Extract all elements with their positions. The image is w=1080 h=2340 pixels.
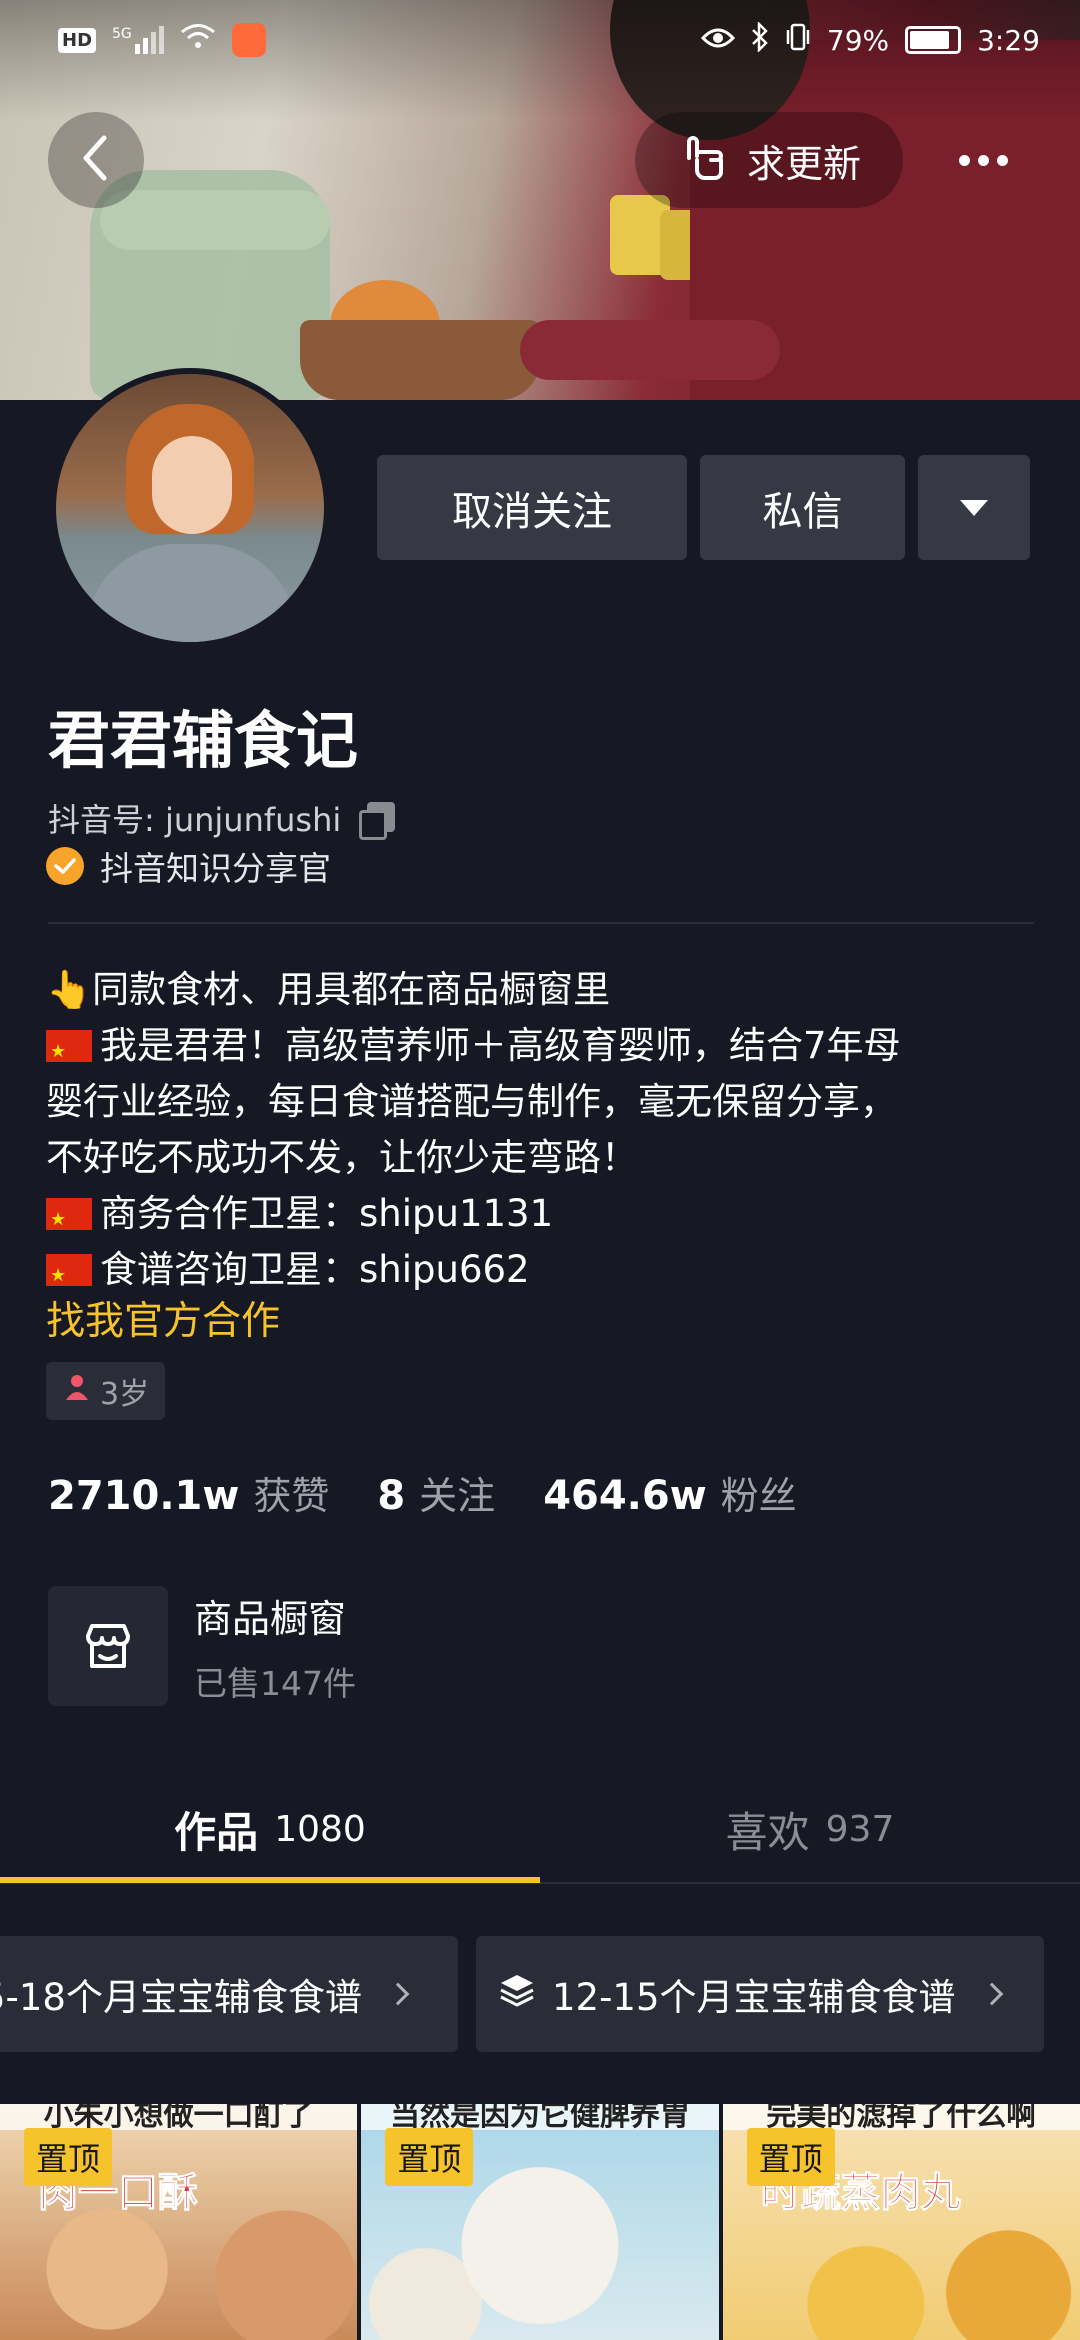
app-notification-icon (231, 23, 266, 57)
storefront-icon (48, 1586, 168, 1706)
clock: 3:29 (977, 23, 1040, 57)
recommend-dropdown-button[interactable] (918, 455, 1030, 560)
bio-line: 婴行业经验，每日食谱搭配与制作，毫无保留分享， (46, 1080, 897, 1123)
signal-icon: 5G (112, 26, 164, 54)
layers-icon (498, 1972, 536, 2017)
battery-icon (905, 26, 962, 54)
likes-stat[interactable]: 2710.1w 获赞 (48, 1465, 329, 1520)
pointing-hand-icon (677, 128, 733, 193)
cover-caption: 小朱小想做一口酊了 (0, 2104, 358, 2130)
wifi-icon (180, 23, 216, 58)
bio-text: 商务合作卫星：shipu1131 (100, 1192, 554, 1235)
pinned-badge: 置顶 (385, 2128, 474, 2186)
avatar[interactable] (50, 368, 330, 648)
tab-likes[interactable]: 喜欢 937 (540, 1776, 1080, 1882)
banner-mixer-head-art (100, 190, 330, 250)
signal-label: 5G (112, 26, 132, 42)
china-flag-icon (46, 1248, 92, 1304)
pinned-badge: 置顶 (24, 2128, 113, 2186)
copy-icon[interactable] (359, 802, 396, 840)
verification-label: 抖音知识分享官 (100, 849, 331, 888)
bio: 👆同款食材、用具都在商品橱窗里 我是君君！高级营养师＋高级育婴师，结合7年母 婴… (46, 962, 1036, 1304)
chevron-right-icon (980, 1982, 1003, 2006)
more-dot (977, 154, 989, 166)
unfollow-button[interactable]: 取消关注 (377, 455, 687, 560)
fans-count: 464.6w (543, 1473, 707, 1519)
profile-name: 君君辅食记 (48, 704, 359, 777)
pinned-badge: 置顶 (746, 2128, 835, 2186)
avatar-image (56, 374, 324, 642)
fans-label: 粉丝 (720, 1474, 797, 1518)
bio-line: 👆同款食材、用具都在商品橱窗里 (46, 968, 611, 1011)
bio-text: 食谱咨询卫星：shipu662 (100, 1248, 530, 1291)
china-flag-icon (46, 1192, 92, 1248)
message-button[interactable]: 私信 (700, 455, 905, 560)
following-label: 关注 (419, 1474, 496, 1518)
back-button[interactable] (48, 112, 144, 208)
showcase-sold-count: 已售147件 (194, 1663, 356, 1703)
chevron-left-icon (76, 134, 116, 186)
more-dot (958, 154, 970, 166)
age-tag: 3岁 (46, 1362, 166, 1420)
video-grid: 小朱小想做一口酊了 肉一口酥 置顶 当然是因为它健脾养胃 置顶 完美的滤掉了什么… (0, 2104, 1080, 2340)
active-tab-indicator (0, 1877, 540, 1883)
fans-stat[interactable]: 464.6w 粉丝 (543, 1465, 797, 1520)
video-thumbnail[interactable]: 完美的滤掉了什么啊 时蔬蒸肉丸 置顶 (722, 2104, 1080, 2340)
profile-tabs: 作品 1080 喜欢 937 (0, 1776, 1080, 1884)
status-left: HD 5G (58, 23, 266, 58)
tab-works-count: 1080 (274, 1808, 366, 1850)
eye-icon (700, 24, 735, 57)
collection-label: 12-15个月宝宝辅食食谱 (552, 1976, 956, 2019)
divider (48, 922, 1034, 924)
showcase-text: 商品橱窗 已售147件 (194, 1588, 356, 1705)
bio-line: 商务合作卫星：shipu1131 (46, 1186, 1036, 1248)
more-options-button[interactable] (935, 112, 1031, 208)
triangle-down-icon (960, 499, 988, 516)
avatar-body-art (86, 544, 296, 642)
banner-arm-art (520, 320, 780, 380)
tab-likes-label: 喜欢 (725, 1807, 810, 1857)
hd-badge: HD (58, 27, 97, 53)
bio-line: 我是君君！高级营养师＋高级育婴师，结合7年母 (46, 1018, 1036, 1080)
following-count: 8 (377, 1473, 406, 1519)
likes-count: 2710.1w (48, 1473, 240, 1519)
tab-likes-count: 937 (825, 1808, 895, 1850)
likes-label: 获赞 (253, 1474, 330, 1518)
stats-row: 2710.1w 获赞 8 关注 464.6w 粉丝 (48, 1465, 845, 1520)
video-thumbnail[interactable]: 小朱小想做一口酊了 肉一口酥 置顶 (0, 2104, 358, 2340)
douyin-id: 抖音号: junjunfushi (48, 801, 342, 839)
avatar-face-art (152, 436, 232, 534)
vibrate-icon (785, 22, 811, 59)
cover-caption: 当然是因为它健脾养胃 (361, 2104, 719, 2130)
tab-works[interactable]: 作品 1080 (0, 1776, 540, 1882)
showcase-title: 商品橱窗 (194, 1596, 347, 1641)
official-cooperation-link[interactable]: 找我官方合作 (46, 1290, 280, 1346)
bio-line: 不好吃不成功不发，让你少走弯路！ (46, 1136, 638, 1179)
status-bar: HD 5G 79% 3:29 (0, 0, 1080, 80)
collection-label: 5-18个月宝宝辅食食谱 (0, 1976, 362, 2019)
douyin-id-row[interactable]: 抖音号: junjunfushi (48, 795, 396, 841)
cover-caption: 完美的滤掉了什么啊 (722, 2104, 1080, 2130)
verification-row: 抖音知识分享官 (46, 842, 331, 890)
age-label: 3岁 (100, 1377, 150, 1412)
status-right: 79% 3:29 (700, 20, 1040, 59)
chevron-right-icon (386, 1982, 410, 2006)
banner-basket-art (300, 320, 540, 400)
tab-works-label: 作品 (174, 1807, 259, 1857)
video-thumbnail[interactable]: 当然是因为它健脾养胃 置顶 (361, 2104, 719, 2340)
bio-text: 我是君君！高级营养师＋高级育婴师，结合7年母 (100, 1024, 901, 1067)
battery-percent: 79% (826, 23, 890, 57)
china-flag-icon (46, 1024, 92, 1080)
bluetooth-icon (751, 20, 769, 59)
request-update-label: 求更新 (746, 141, 861, 186)
collection-chip[interactable]: 12-15个月宝宝辅食食谱 (476, 1936, 1044, 2052)
female-user-icon (62, 1372, 92, 1410)
verified-check-icon (46, 847, 84, 885)
more-dot (996, 154, 1008, 166)
request-update-button[interactable]: 求更新 (635, 112, 903, 208)
product-showcase-entry[interactable]: 商品橱窗 已售147件 (48, 1586, 356, 1706)
collection-chip[interactable]: 5-18个月宝宝辅食食谱 (0, 1936, 458, 2052)
following-stat[interactable]: 8 关注 (377, 1465, 495, 1520)
